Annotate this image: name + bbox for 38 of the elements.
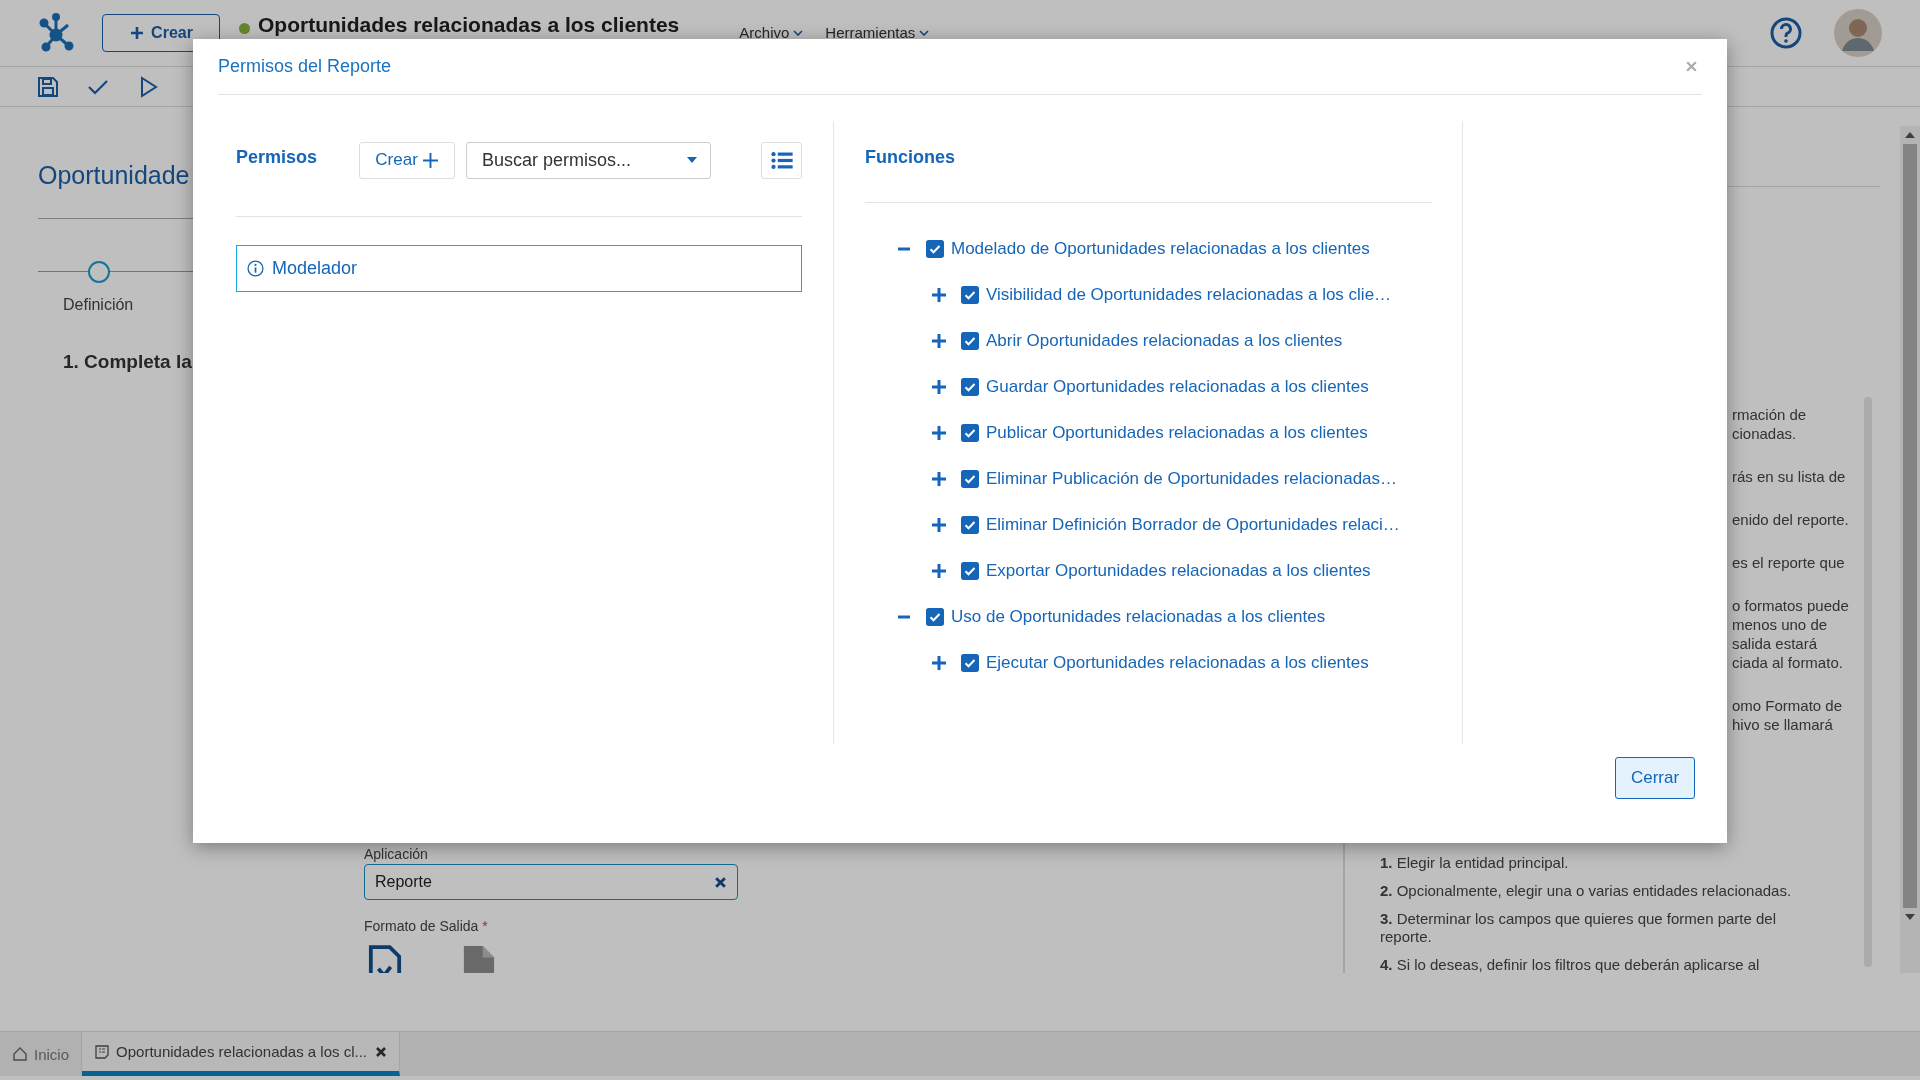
function-label[interactable]: Eliminar Publicación de Oportunidades relacionadas… <box>986 469 1398 489</box>
section-title: Funciones <box>865 146 955 168</box>
field-label: Formato de Salida * <box>364 918 488 934</box>
field-label: Aplicación <box>364 846 428 862</box>
section-title: Permisos <box>236 146 318 168</box>
function-label[interactable]: Uso de Oportunidades relacionadas a los clientes <box>951 607 1326 627</box>
step-label[interactable]: Definición <box>63 296 134 314</box>
help-text: enido del reporte. <box>1732 510 1850 529</box>
function-label[interactable]: Abrir Oportunidades relacionadas a los clientes <box>986 331 1343 351</box>
create-button[interactable]: Crear <box>102 14 220 52</box>
document-title: Oportunidades relacionadas a los clientes <box>258 14 680 35</box>
page-title: Oportunidade <box>38 160 190 191</box>
dialog-title: Permisos del Reporte <box>218 56 392 77</box>
function-label[interactable]: Modelado de Oportunidades relacionadas a los clientes <box>951 239 1370 259</box>
function-label[interactable]: Exportar Oportunidades relacionadas a los clientes <box>986 561 1371 581</box>
application-field[interactable]: Reporte <box>364 864 738 900</box>
help-step: 1. Elegir la entidad principal. <box>1380 854 1820 872</box>
function-label[interactable]: Publicar Oportunidades relacionadas a los clientes <box>986 423 1368 443</box>
help-text: omo Formato de hivo se llamará <box>1732 696 1844 734</box>
function-label[interactable]: Eliminar Definición Borrador de Oportunidades relaci… <box>986 515 1400 535</box>
help-text: rmación de cionadas. <box>1732 405 1808 443</box>
permission-item[interactable]: Modelador <box>236 245 802 292</box>
help-step: 3. Determinar los campos que quieres que formen parte del reporte. <box>1380 910 1820 946</box>
close-button[interactable]: Cerrar <box>1615 757 1695 799</box>
help-step: 2. Opcionalmente, elegir una o varias entidades relacionadas. <box>1380 882 1820 900</box>
function-label[interactable]: Guardar Oportunidades relacionadas a los clientes <box>986 377 1369 397</box>
function-label[interactable]: Ejecutar Oportunidades relacionadas a los clientes <box>986 653 1369 673</box>
help-text: es el reporte que <box>1732 553 1846 572</box>
help-text: o formatos puede menos uno de salida estará ciada al formato. <box>1732 596 1850 672</box>
search-dropdown[interactable]: Buscar permisos... <box>466 141 712 179</box>
create-button[interactable]: Crear <box>359 141 456 179</box>
help-text: rás en su lista de <box>1732 467 1847 486</box>
section-heading: 1. Completa la <box>63 350 192 374</box>
menu-item[interactable]: Herramientas <box>825 24 930 41</box>
function-label[interactable]: Visibilidad de Oportunidades relacionadas a los clie… <box>986 285 1392 305</box>
menu-item[interactable]: Archivo <box>739 24 804 41</box>
tab[interactable]: Oportunidades relacionadas a los cl... <box>82 1032 401 1076</box>
help-step: 4. Si lo deseas, definir los filtros que deberán aplicarse al <box>1380 956 1820 973</box>
